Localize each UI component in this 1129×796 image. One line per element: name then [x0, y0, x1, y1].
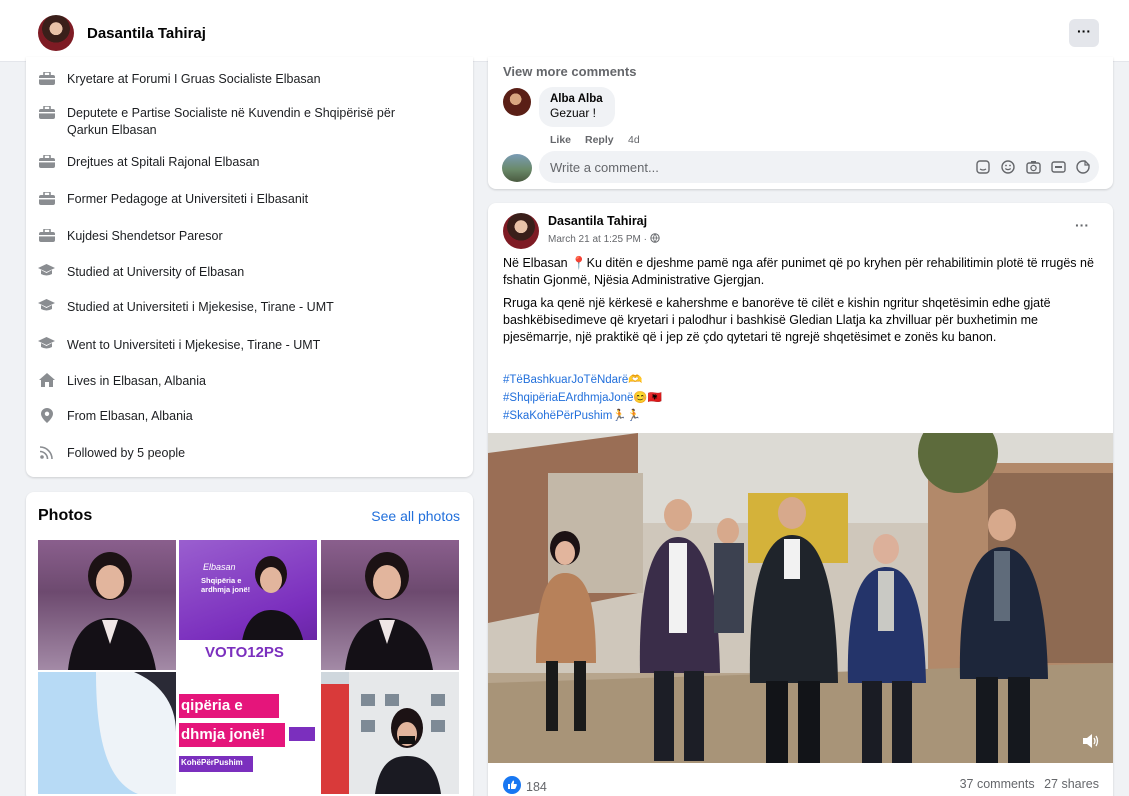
briefcase-icon	[38, 105, 55, 119]
hashtag-link[interactable]: #TëBashkuarJoTëNdarë🫶	[503, 371, 662, 389]
intro-item-text[interactable]: Studied at Universiteti i Mjekesise, Tir…	[67, 299, 334, 316]
comments-section: View more comments Alba Alba Gezuar ! Li…	[488, 57, 1113, 189]
intro-item: Went to Universiteti i Mjekesise, Tirane…	[38, 337, 458, 354]
camera-icon[interactable]	[1026, 160, 1041, 177]
profile-header-bar: Dasantila Tahiraj ···	[0, 0, 1129, 62]
photo-tile[interactable]	[38, 540, 176, 670]
emoji-icon[interactable]	[1001, 160, 1015, 177]
hashtag-link[interactable]: #ShqipëriaEArdhmjaJonë😊🇦🇱	[503, 389, 662, 407]
post-text-paragraph-1: Në Elbasan 📍Ku ditën e djeshme pamë nga …	[503, 256, 1094, 287]
intro-item-text[interactable]: Drejtues at Spitali Rajonal Elbasan	[67, 154, 259, 171]
intro-item-text[interactable]: Went to Universiteti i Mjekesise, Tirane…	[67, 337, 320, 354]
photo-tile[interactable]: Shqipëria e ardhmja jonë! Elbasan VOTO12…	[179, 540, 317, 670]
comments-count-link[interactable]: 37 comments	[960, 777, 1035, 791]
intro-item: Deputete e Partise Socialiste në Kuvendi…	[38, 105, 458, 139]
graduation-cap-icon	[38, 264, 55, 278]
graduation-cap-icon	[38, 337, 55, 351]
intro-item: Drejtues at Spitali Rajonal Elbasan	[38, 154, 458, 171]
intro-item: Studied at University of Elbasan	[38, 264, 458, 281]
sticker-icon[interactable]	[976, 160, 990, 177]
comment-author[interactable]: Alba Alba	[550, 93, 603, 105]
intro-item: Kryetare at Forumi I Gruas Socialiste El…	[38, 71, 458, 88]
photo-tile[interactable]	[321, 540, 459, 670]
briefcase-icon	[38, 228, 55, 242]
intro-item: Lives in Elbasan, Albania	[38, 373, 458, 390]
intro-item: Kujdesi Shendetsor Paresor	[38, 228, 458, 245]
see-all-photos-link[interactable]: See all photos	[371, 508, 460, 524]
intro-item-text[interactable]: Lives in Elbasan, Albania	[67, 373, 206, 390]
mute-icon[interactable]	[1083, 734, 1099, 751]
intro-item-text[interactable]: Kujdesi Shendetsor Paresor	[67, 228, 223, 245]
view-more-comments-link[interactable]: View more comments	[503, 64, 636, 79]
post-timestamp[interactable]: March 21 at 1:25 PM ·	[548, 234, 647, 245]
post-meta: March 21 at 1:25 PM ·	[548, 233, 660, 246]
like-reaction-icon	[503, 776, 521, 796]
briefcase-icon	[38, 191, 55, 205]
comment-text: Gezuar !	[550, 106, 597, 120]
profile-name[interactable]: Dasantila Tahiraj	[87, 25, 206, 42]
intro-item-text: Followed by 5 people	[67, 446, 186, 460]
intro-item-text[interactable]: From Elbasan, Albania	[67, 408, 193, 425]
intro-item: Followed by 5 people	[38, 445, 458, 462]
gif-icon[interactable]	[1051, 160, 1066, 177]
post-card: Dasantila Tahiraj March 21 at 1:25 PM · …	[488, 203, 1113, 796]
post-text-paragraph-2: Rruga ka qenë një kërkesë e kahershme e …	[503, 296, 1051, 344]
comment-like-link[interactable]: Like	[550, 134, 571, 146]
engagement-counts: 37 comments 27 shares	[960, 777, 1099, 791]
photos-card: Photos See all photos Shqipëria e ardhmj…	[26, 492, 473, 796]
profile-avatar[interactable]	[38, 15, 74, 51]
photo-overlay-hashtag: KohëPërPushim	[181, 758, 243, 767]
intro-item-text[interactable]: Kryetare at Forumi I Gruas Socialiste El…	[67, 71, 321, 88]
comment-time: 4d	[628, 134, 640, 146]
write-comment-placeholder: Write a comment...	[550, 160, 659, 175]
photo-overlay-slogan: dhmja jonë!	[181, 726, 266, 743]
comment-bubble: Alba Alba Gezuar !	[539, 87, 615, 127]
photo-tile[interactable]	[321, 672, 459, 794]
shares-count-link[interactable]: 27 shares	[1044, 777, 1099, 791]
comment-reply-link[interactable]: Reply	[585, 134, 614, 146]
commenter-avatar[interactable]	[503, 88, 531, 116]
current-user-avatar[interactable]	[502, 154, 532, 182]
location-pin-icon	[38, 407, 55, 423]
likes-count: 184	[526, 779, 547, 794]
post-options-button[interactable]: ···	[1075, 217, 1089, 233]
photo-overlay-script: Elbasan	[203, 562, 236, 572]
intro-item: From Elbasan, Albania	[38, 407, 458, 425]
graduation-cap-icon	[38, 299, 55, 313]
write-comment-input[interactable]: Write a comment...	[539, 151, 1099, 183]
hashtag-link[interactable]: #SkaKohëPërPushim🏃🏃	[503, 407, 662, 425]
rss-icon	[38, 445, 55, 459]
more-options-button[interactable]: ···	[1069, 19, 1099, 47]
intro-item-text[interactable]: Studied at University of Elbasan	[67, 264, 244, 281]
post-author-name[interactable]: Dasantila Tahiraj	[548, 214, 647, 228]
intro-item: Studied at Universiteti i Mjekesise, Tir…	[38, 299, 458, 316]
intro-item: Former Pedagoge at Universiteti i Elbasa…	[38, 191, 458, 208]
sticker-face-icon[interactable]	[1076, 160, 1090, 177]
intro-card: Kryetare at Forumi I Gruas Socialiste El…	[26, 57, 473, 477]
intro-item-text[interactable]: Former Pedagoge at Universiteti i Elbasa…	[67, 191, 308, 208]
photo-overlay-slogan: qipëria e	[181, 697, 243, 714]
globe-icon	[650, 233, 660, 246]
photo-tile[interactable]	[38, 672, 176, 794]
photo-overlay-slogan: Shqipëria e ardhmja jonë!	[201, 576, 251, 594]
home-icon	[38, 373, 55, 387]
post-hashtags: #TëBashkuarJoTëNdarë🫶 #ShqipëriaEArdhmja…	[503, 371, 662, 425]
intro-item-text[interactable]: Deputete e Partise Socialiste në Kuvendi…	[67, 105, 437, 139]
post-video[interactable]	[488, 433, 1113, 763]
photo-tile[interactable]: qipëria e dhmja jonë! KohëPërPushim	[179, 672, 317, 794]
photo-overlay-vote: VOTO12PS	[205, 644, 284, 661]
photos-title: Photos	[38, 507, 93, 524]
post-author-avatar[interactable]	[503, 213, 539, 249]
reactions-summary[interactable]: 184	[503, 776, 547, 796]
briefcase-icon	[38, 154, 55, 168]
briefcase-icon	[38, 71, 55, 85]
